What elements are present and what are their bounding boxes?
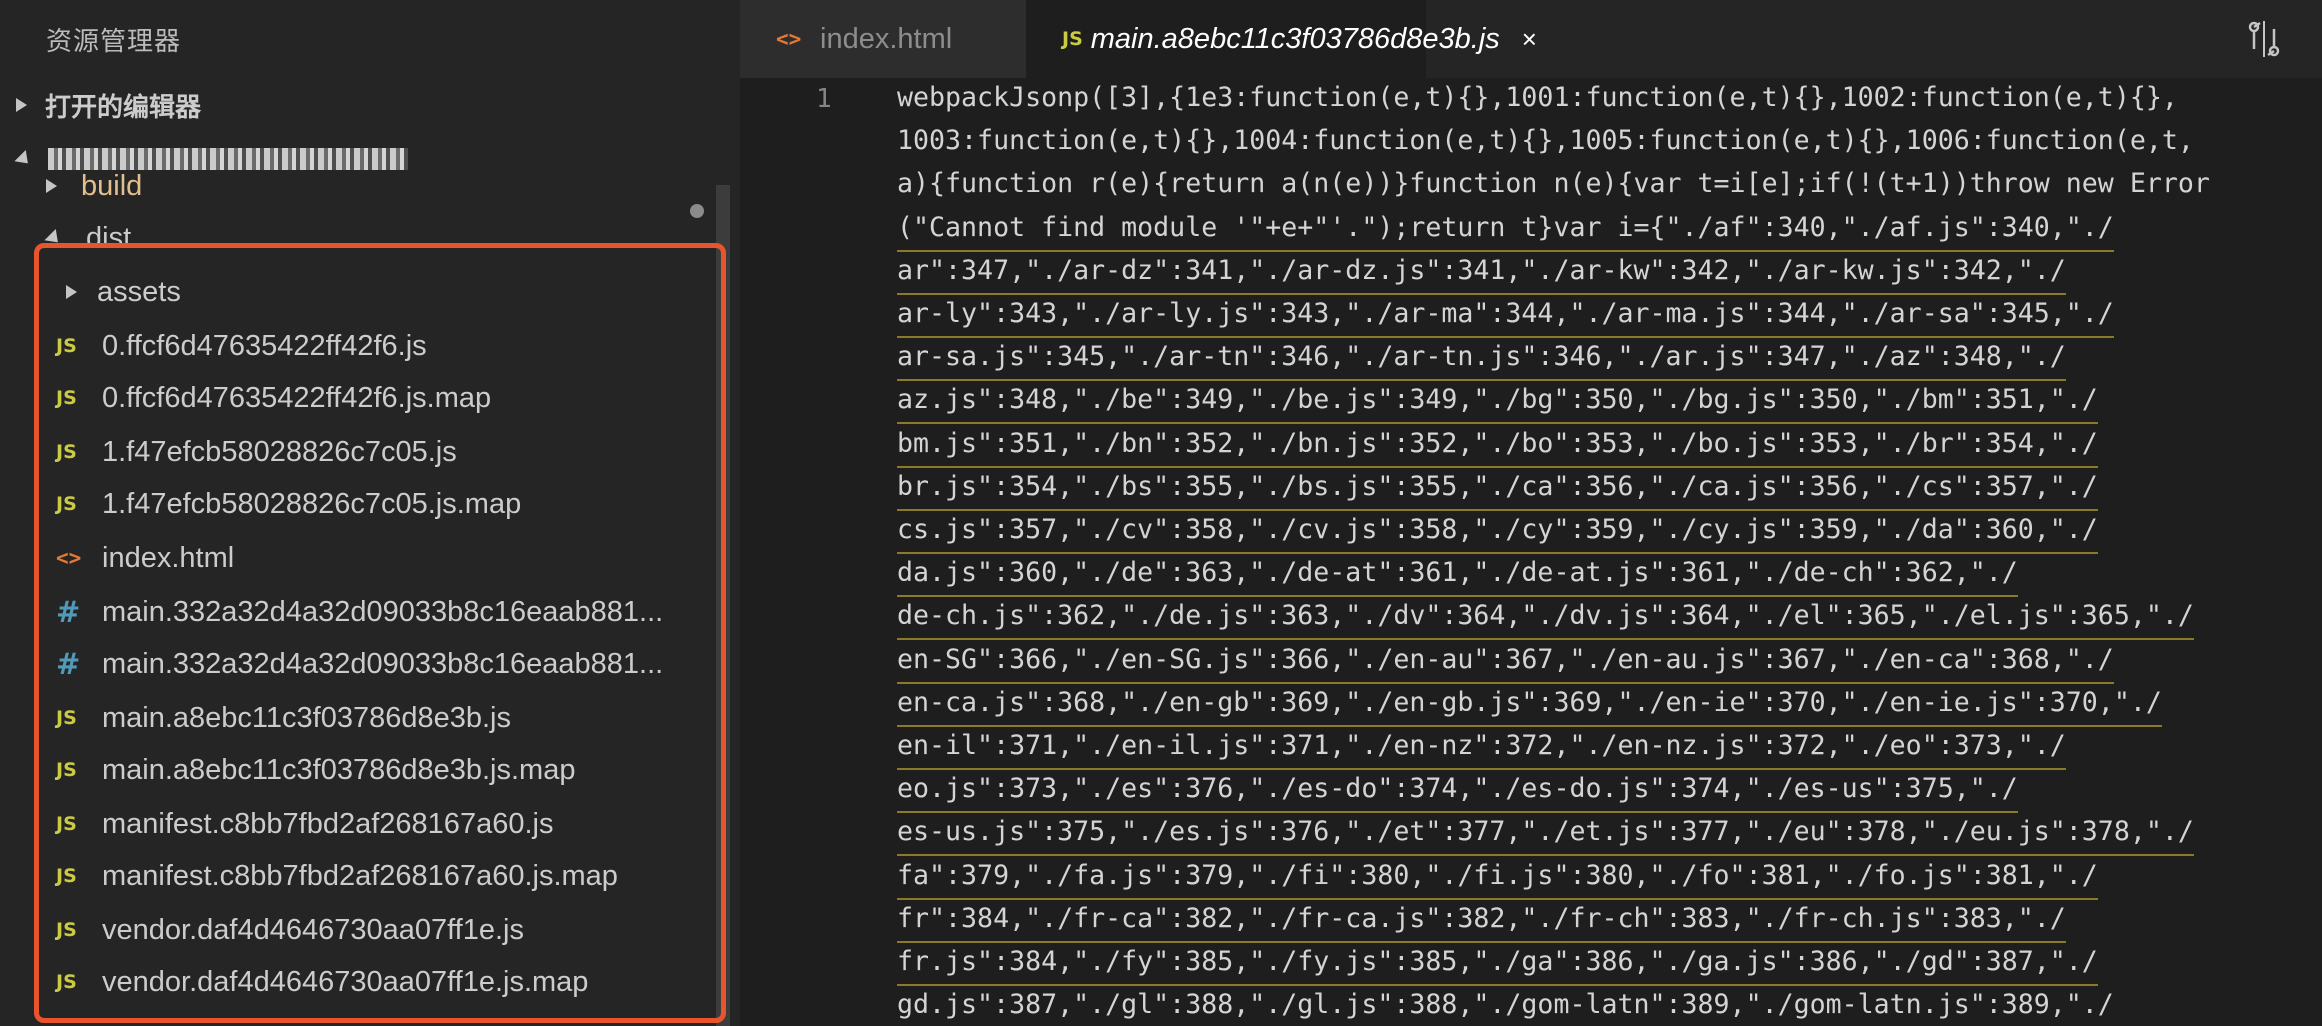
tab-label: main.a8ebc11c3f03786d8e3b.js <box>1090 22 1500 55</box>
open-editors-section[interactable]: 打开的编辑器 <box>0 78 740 132</box>
code-line: eo.js":373,"./es":376,"./es-do":374,"./e… <box>897 773 2018 814</box>
sidebar-scrollbar[interactable] <box>716 185 730 1026</box>
tree-file[interactable]: JS 1.f47efcb58028826c7c05.js.map <box>0 478 740 530</box>
code-line: ar-ly":343,"./ar-ly.js":343,"./ar-ma":34… <box>897 298 2114 338</box>
code-line: 1003:function(e,t){},1004:function(e,t){… <box>897 125 2194 157</box>
code-line: de-ch.js":362,"./de.js":363,"./dv":364,"… <box>897 600 2194 641</box>
file-name: vendor.daf4d4646730aa07ff1e.js.map <box>102 965 589 998</box>
code-line: ar-sa.js":345,"./ar-tn":346,"./ar-tn.js"… <box>897 341 2066 382</box>
js-file-icon: JS <box>56 335 77 357</box>
tab-main-js[interactable]: JS main.a8ebc11c3f03786d8e3b.js × <box>1026 0 1537 78</box>
code-line: fa":379,"./fa.js":379,"./fi":380,"./fi.j… <box>897 860 2098 900</box>
tree-file[interactable]: # main.332a32d4a32d09033b8c16eaab881... <box>0 638 740 690</box>
html-file-icon: <> <box>56 546 82 570</box>
code-line: es-us.js":375,"./es.js":376,"./et":377,"… <box>897 816 2194 857</box>
modified-dot-icon <box>690 204 704 218</box>
js-file-icon: JS <box>56 707 77 729</box>
js-file-icon: JS <box>56 971 77 993</box>
explorer-sidebar: 资源管理器 打开的编辑器 build dist assets JS 0.ffcf6d47… <box>0 0 740 1026</box>
folder-name: assets <box>97 275 181 308</box>
code-line: en-ca.js":368,"./en-gb":369,"./en-gb.js"… <box>897 687 2162 727</box>
file-name: main.a8ebc11c3f03786d8e3b.js.map <box>102 753 576 786</box>
code-line: ("Cannot find module '"+e+"'.");return t… <box>897 212 2114 252</box>
file-name: 1.f47efcb58028826c7c05.js.map <box>102 487 522 520</box>
file-name: vendor.daf4d4646730aa07ff1e.js <box>102 913 524 946</box>
tree-file[interactable]: JS vendor.daf4d4646730aa07ff1e.js.map <box>0 956 740 1008</box>
chevron-down-icon <box>44 228 64 248</box>
tree-folder-assets[interactable]: assets <box>0 266 740 318</box>
folder-name: dist <box>86 221 132 254</box>
chevron-right-icon <box>46 179 57 193</box>
js-file-icon: JS <box>56 493 77 515</box>
file-name: main.332a32d4a32d09033b8c16eaab881... <box>102 595 664 628</box>
code-line: a){function r(e){return a(n(e))}function… <box>897 168 2210 200</box>
tree-file[interactable]: JS main.a8ebc11c3f03786d8e3b.js <box>0 692 740 744</box>
code-editor[interactable]: 1 webpackJsonp([3],{1e3:function(e,t){},… <box>740 78 2322 1026</box>
tree-file[interactable]: JS vendor.daf4d4646730aa07ff1e.js <box>0 904 740 956</box>
line-number: 1 <box>816 84 832 114</box>
tree-folder-build[interactable]: build <box>0 160 740 212</box>
open-changes-icon[interactable] <box>2244 19 2284 59</box>
close-icon[interactable]: × <box>1522 24 1537 55</box>
code-line: bm.js":351,"./bn":352,"./bn.js":352,"./b… <box>897 428 2098 468</box>
tree-file[interactable]: JS 0.ffcf6d47635422ff42f6.js <box>0 320 740 372</box>
tab-bar: <> index.html JS main.a8ebc11c3f03786d8e… <box>740 0 2322 78</box>
folder-name: build <box>81 169 143 202</box>
tree-folder-dist[interactable]: dist <box>0 212 740 264</box>
code-line: cs.js":357,"./cv":358,"./cv.js":358,"./c… <box>897 514 2098 554</box>
file-name: 0.ffcf6d47635422ff42f6.js <box>102 329 427 362</box>
file-name: main.332a32d4a32d09033b8c16eaab881... <box>102 647 664 680</box>
file-name: manifest.c8bb7fbd2af268167a60.js <box>102 807 554 840</box>
file-name: manifest.c8bb7fbd2af268167a60.js.map <box>102 859 618 892</box>
code-line: da.js":360,"./de":363,"./de-at":361,"./d… <box>897 557 2018 598</box>
code-line: gd.js":387,"./gl":388,"./gl.js":388,"./g… <box>897 989 2114 1026</box>
js-file-icon: JS <box>56 865 77 887</box>
js-file-icon: JS <box>56 813 77 835</box>
explorer-title: 资源管理器 <box>46 25 182 56</box>
tree-file[interactable]: JS 1.f47efcb58028826c7c05.js <box>0 426 740 478</box>
tree-file[interactable]: JS main.a8ebc11c3f03786d8e3b.js.map <box>0 744 740 796</box>
js-file-icon: JS <box>56 441 77 463</box>
css-file-icon: # <box>56 647 81 681</box>
file-name: index.html <box>102 541 235 574</box>
js-file-icon: JS <box>56 387 77 409</box>
code-line: fr.js":384,"./fy":385,"./fy.js":385,"./g… <box>897 946 2098 986</box>
tab-label: index.html <box>820 22 953 55</box>
tree-file[interactable]: JS manifest.c8bb7fbd2af268167a60.js.map <box>0 850 740 902</box>
code-line: az.js":348,"./be":349,"./be.js":349,"./b… <box>897 384 2098 425</box>
js-file-icon: JS <box>56 759 77 781</box>
js-file-icon: JS <box>56 919 77 941</box>
css-file-icon: # <box>56 595 81 629</box>
js-file-icon: JS <box>1062 28 1083 50</box>
file-name: main.a8ebc11c3f03786d8e3b.js <box>102 701 512 734</box>
tree-file[interactable]: # main.332a32d4a32d09033b8c16eaab881... <box>0 586 740 638</box>
chevron-right-icon <box>66 285 77 299</box>
code-line: br.js":354,"./bs":355,"./bs.js":355,"./c… <box>897 471 2098 511</box>
html-file-icon: <> <box>776 27 802 51</box>
tree-file[interactable]: <> index.html <box>0 532 740 584</box>
chevron-right-icon <box>16 98 27 112</box>
code-line: en-SG":366,"./en-SG.js":366,"./en-au":36… <box>897 644 2114 684</box>
tree-file[interactable]: JS 0.ffcf6d47635422ff42f6.js.map <box>0 372 740 424</box>
open-editors-label: 打开的编辑器 <box>45 91 202 122</box>
code-line: en-il":371,"./en-il.js":371,"./en-nz":37… <box>897 730 2066 770</box>
file-name: 1.f47efcb58028826c7c05.js <box>102 435 457 468</box>
code-line: ar":347,"./ar-dz":341,"./ar-dz.js":341,"… <box>897 255 2066 295</box>
file-name: 0.ffcf6d47635422ff42f6.js.map <box>102 381 492 414</box>
tree-file[interactable]: JS manifest.c8bb7fbd2af268167a60.js <box>0 798 740 850</box>
code-line: webpackJsonp([3],{1e3:function(e,t){},10… <box>897 82 2178 113</box>
code-line: fr":384,"./fr-ca":382,"./fr-ca.js":382,"… <box>897 903 2066 943</box>
tab-index-html[interactable]: <> index.html <box>740 0 1026 78</box>
